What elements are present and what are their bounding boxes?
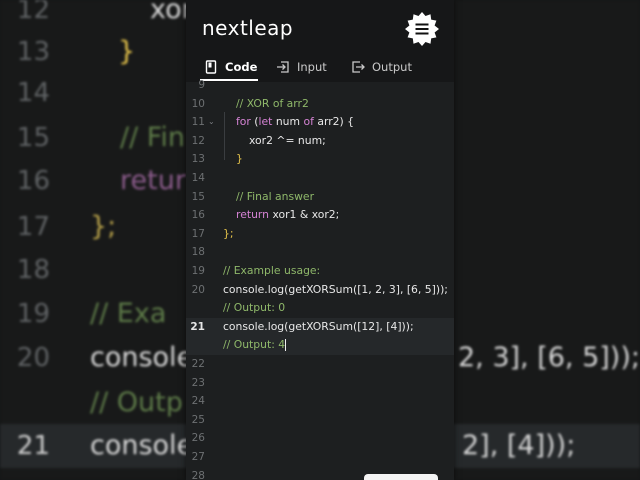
code-line: 17 }; [186, 225, 454, 244]
code-comment: // Output: 0 [223, 301, 286, 315]
line-number: 23 [191, 376, 205, 389]
bg-code-text: console [90, 430, 194, 461]
bg-line-number: 14 [16, 78, 50, 108]
bg-line-number: 15 [16, 123, 50, 153]
line-number: 25 [191, 413, 205, 426]
code-segment: arr2) { [313, 115, 355, 129]
code-line: 10 // XOR of arr2 [186, 95, 454, 114]
hamburger-badge-icon[interactable] [405, 12, 439, 46]
bg-code-right-fragment: 2, 3], [6, 5])); [458, 342, 640, 373]
bg-code-text: } [118, 36, 136, 67]
line-number: 16 [191, 209, 205, 222]
bg-line-number: 17 [16, 212, 50, 242]
code-line-active: // Output: 4 [186, 336, 454, 355]
line-number: 12 [191, 134, 205, 147]
bg-line-number: 20 [16, 343, 50, 373]
line-number: 19 [191, 265, 205, 277]
code-text: for (let num of arr2) { [236, 113, 354, 132]
line-number: 28 [191, 469, 205, 480]
output-arrow-icon [352, 61, 365, 73]
line-number: 11 [191, 116, 205, 129]
code-segment: num [272, 115, 304, 129]
line-number: 27 [191, 451, 205, 463]
code-line: 13 } [186, 150, 454, 169]
code-comment: // Final answer [236, 189, 315, 203]
bg-line-number: 18 [16, 255, 50, 285]
bg-line-number: 16 [16, 166, 50, 196]
bg-code-right-fragment: 2], [4])); [462, 430, 576, 461]
code-line: 9 [186, 76, 454, 95]
bg-code-text: // Fin [120, 122, 185, 153]
code-comment: // Output: 4 [223, 338, 286, 352]
file-icon [205, 60, 217, 74]
code-line-active: 21 console.log(getXORSum([12], [4])); [186, 317, 454, 337]
code-keyword: let [258, 115, 273, 129]
code-line: 20 console.log(getXORSum([1, 2, 3], [6, … [186, 281, 454, 300]
line-number: 24 [191, 395, 205, 408]
line-number: 17 [191, 227, 205, 240]
code-line: 15 // Final answer [186, 188, 454, 207]
code-line: 11 ⌄ for (let num of arr2) { [186, 113, 454, 132]
bg-code-text: retur [120, 165, 186, 196]
app-header: nextleap Code Input Output [186, 0, 454, 82]
line-number: 18 [191, 246, 205, 259]
code-line: 24 [186, 392, 454, 411]
bg-line-number: 21 [16, 431, 50, 461]
code-text: } [236, 152, 243, 166]
bg-line-number: 12 [16, 0, 50, 25]
bg-line-number: 19 [16, 299, 50, 329]
bg-code-text: }; [90, 211, 117, 242]
tab-output-label: Output [372, 60, 412, 74]
line-number: 20 [191, 283, 205, 296]
code-segment: xor1 & xor2; [269, 208, 340, 222]
code-keyword: return [236, 208, 270, 222]
line-number: 15 [191, 190, 205, 203]
line-number: 9 [198, 79, 205, 91]
code-comment-with-cursor: // Output: 4 [223, 336, 287, 355]
code-editor[interactable]: 9 10 // XOR of arr2 11 ⌄ for (let num of… [186, 79, 454, 480]
code-text: }; [223, 226, 234, 240]
code-line: 27 [186, 448, 454, 467]
bg-code-text: // Outp [90, 387, 183, 418]
app-panel: nextleap Code Input Output 9 10 // XOR o… [186, 0, 454, 480]
code-line: 12 xor2 ^= num; [186, 132, 454, 151]
bg-line-number: 13 [16, 37, 50, 67]
code-text: console.log(getXORSum([1, 2, 3], [6, 5])… [223, 282, 448, 296]
bg-code-text: console [90, 342, 194, 373]
bg-code-text: // Exa [90, 298, 167, 329]
code-line: 14 [186, 169, 454, 188]
fold-chevron-icon[interactable]: ⌄ [208, 113, 215, 132]
line-number: 26 [191, 432, 205, 445]
code-line: 16 return xor1 & xor2; [186, 206, 454, 225]
line-number: 14 [191, 172, 205, 184]
code-text: xor2 ^= num; [249, 133, 326, 147]
code-segment: ( [250, 115, 259, 129]
text-cursor [285, 339, 287, 352]
code-text: console.log(getXORSum([12], [4])); [223, 319, 414, 333]
code-line: 23 [186, 374, 454, 393]
code-comment: // XOR of arr2 [236, 96, 309, 110]
app-logo: nextleap [202, 16, 294, 40]
code-line: 25 [186, 411, 454, 430]
line-number: 22 [191, 358, 205, 370]
code-line: // Output: 0 [186, 299, 454, 318]
tab-code-label: Code [225, 60, 258, 74]
code-line: 19 // Example usage: [186, 262, 454, 281]
line-number: 13 [191, 153, 205, 166]
bottom-button[interactable] [364, 474, 438, 480]
code-line: 26 [186, 429, 454, 448]
code-comment: // Example usage: [223, 264, 321, 277]
input-arrow-icon [277, 61, 289, 73]
code-keyword: of [303, 115, 314, 129]
line-number: 10 [191, 97, 205, 110]
code-line: 22 [186, 355, 454, 374]
code-keyword: for [236, 115, 251, 129]
tab-input-label: Input [297, 60, 327, 74]
line-number: 21 [190, 320, 205, 333]
code-line: 18 [186, 243, 454, 262]
code-text: return xor1 & xor2; [236, 206, 339, 225]
